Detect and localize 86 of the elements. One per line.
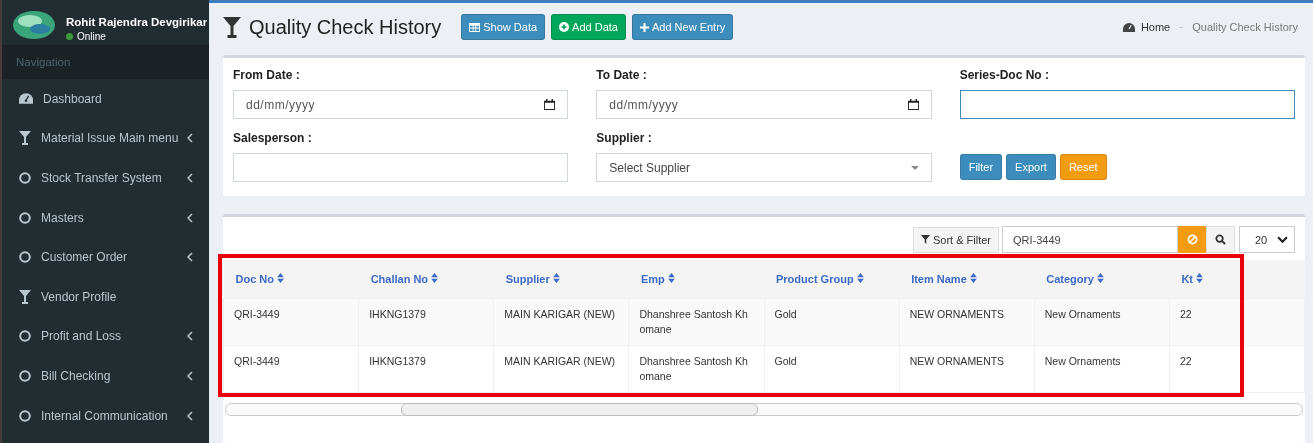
sidebar-item[interactable]: Masters — [2, 197, 209, 238]
input-field[interactable] — [959, 90, 1295, 119]
table-cell: MAIN KARIGAR (NEW) — [504, 307, 616, 322]
field-label: Salesperson : — [233, 131, 313, 145]
column-header[interactable]: Doc No — [223, 260, 359, 299]
supplier-select[interactable]: Select Supplier — [596, 153, 932, 182]
filter-icon — [920, 235, 930, 244]
date-field[interactable]: dd/mm/yyyy — [596, 90, 932, 119]
search-icon — [1215, 234, 1226, 245]
sidebar-item[interactable]: Profit and Loss — [2, 316, 209, 357]
table-cell-text: Dhanshree Santosh Khomane — [639, 307, 749, 337]
dashboard-icon — [19, 93, 33, 105]
filter-icon — [19, 289, 31, 304]
breadcrumb-link[interactable]: Quality Check History — [1192, 21, 1298, 33]
sort-icon — [969, 273, 977, 283]
table-cell: New Ornaments — [1044, 307, 1121, 322]
sidebar-item[interactable]: Dashboard — [2, 79, 209, 119]
table-cell: 22 — [1179, 354, 1192, 369]
table-cell: 22 — [1179, 307, 1192, 322]
sort-icon — [431, 273, 439, 283]
sidebar-item[interactable]: Vendor Profile — [2, 276, 209, 317]
sort-icon — [856, 273, 864, 283]
field-label: Series-Doc No : — [959, 68, 1050, 82]
sidebar-item[interactable]: Material Issue Main menu — [2, 118, 209, 159]
header-button[interactable]: Add New Entry — [631, 14, 734, 40]
sidebar-item[interactable]: Customer Order — [2, 237, 209, 277]
filter-icon — [19, 131, 31, 146]
circle-icon — [19, 409, 31, 422]
sort-filter-button[interactable]: Sort & Filter — [912, 226, 999, 253]
column-header[interactable]: Challan No — [358, 260, 494, 299]
sidebar-item[interactable]: Bill Checking — [2, 356, 209, 396]
filter-action-button[interactable]: Export — [1006, 154, 1056, 180]
sidebar-item[interactable]: Stock Transfer System — [2, 158, 209, 198]
sort-icon — [667, 273, 675, 283]
table-cell: QRI-3449 — [234, 307, 280, 322]
column-header[interactable]: Item Name — [899, 260, 1035, 299]
date-field[interactable]: dd/mm/yyyy — [233, 90, 569, 119]
field-label: To Date : — [596, 68, 648, 82]
calendar-icon[interactable] — [544, 99, 556, 110]
circle-icon — [19, 251, 31, 264]
header-button[interactable]: Show Data — [461, 14, 546, 40]
user-name: Rohit Rajendra Devgirikar — [66, 16, 208, 28]
caret-icon — [910, 165, 919, 170]
plus-circle-icon — [559, 22, 570, 32]
sort-icon — [277, 273, 285, 283]
plus-icon — [639, 22, 649, 32]
ban-icon — [1186, 234, 1198, 245]
sidebar-item[interactable]: Internal Communication — [2, 395, 209, 436]
chevron-down-icon — [1277, 236, 1288, 243]
table-cell: Gold — [774, 307, 797, 322]
user-status: Online — [66, 31, 208, 42]
table-cell: New Ornaments — [1044, 354, 1121, 369]
horizontal-scrollbar[interactable] — [225, 403, 1303, 416]
nav-header: Navigation — [16, 56, 71, 68]
column-header[interactable]: Kt — [1169, 260, 1305, 299]
circle-icon — [19, 172, 31, 184]
search-field[interactable]: QRI-3449 — [1002, 226, 1178, 253]
table-cell-text: Dhanshree Santosh Khomane — [639, 354, 749, 384]
calendar-icon[interactable] — [907, 99, 919, 110]
column-header[interactable]: Emp — [628, 260, 764, 299]
circle-icon — [19, 330, 31, 343]
circle-icon — [19, 211, 31, 224]
column-header[interactable]: Category — [1034, 260, 1170, 299]
page-title: Quality Check History — [249, 15, 442, 39]
table-cell: IHKNG1379 — [369, 354, 426, 369]
column-header[interactable]: Supplier — [493, 260, 629, 299]
dashboard-icon — [1122, 22, 1135, 32]
table-cell: QRI-3449 — [234, 354, 280, 369]
column-header[interactable]: Product Group — [764, 260, 900, 299]
table-cell: IHKNG1379 — [369, 307, 426, 322]
sort-icon — [1196, 273, 1204, 283]
search-button[interactable] — [1206, 226, 1235, 253]
field-label: From Date : — [233, 68, 301, 82]
table-cell: NEW ORNAMENTS — [909, 307, 1005, 322]
table-cell: MAIN KARIGAR (NEW) — [504, 354, 616, 369]
sort-icon — [1097, 273, 1104, 283]
table-cell: Gold — [774, 354, 797, 369]
filter-action-button[interactable]: Filter — [959, 154, 1003, 180]
breadcrumb-link[interactable]: Home — [1140, 21, 1171, 33]
circle-icon — [19, 369, 31, 382]
table-icon — [469, 22, 481, 32]
filter-icon — [223, 16, 241, 38]
page-size-select[interactable]: 20 — [1239, 226, 1295, 253]
sort-icon — [552, 273, 560, 283]
field-label: Supplier : — [596, 131, 653, 145]
table-cell: NEW ORNAMENTS — [909, 354, 1005, 369]
